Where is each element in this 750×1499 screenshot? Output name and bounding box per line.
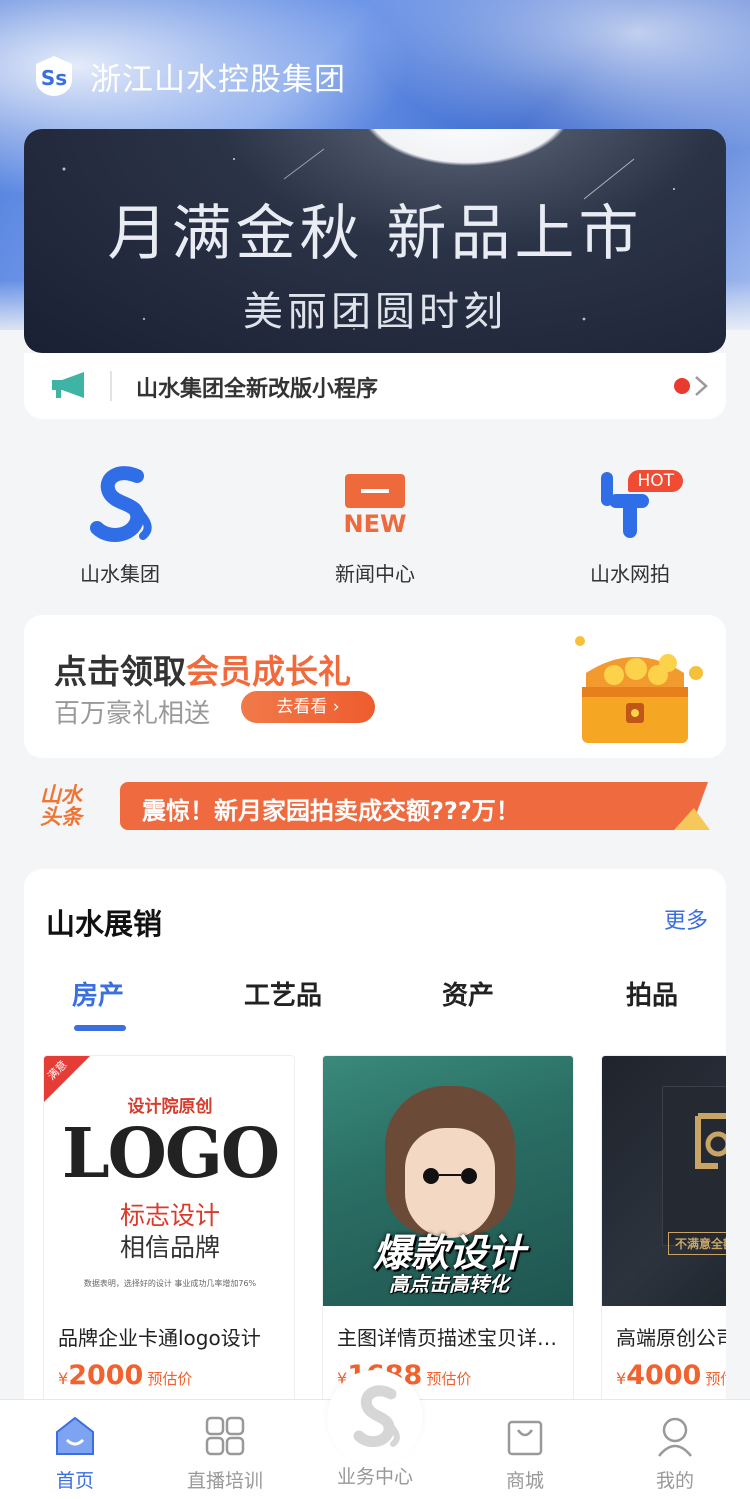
tab-crafts[interactable]: 工艺品 [244, 975, 322, 1012]
image-logo-text: LOGO [61, 1114, 280, 1194]
go-see-button[interactable]: 去看看 › [241, 691, 375, 723]
tab-real-estate[interactable]: 房产 [72, 975, 124, 1012]
gold-logo-mark [695, 1113, 726, 1169]
member-title-prefix: 点击领取 [54, 652, 186, 691]
notice-divider [110, 371, 112, 401]
shanshui-logo-icon: Ss [36, 56, 72, 96]
tabbar-item-live-training[interactable]: 直播培训 [165, 1414, 285, 1493]
product-card[interactable]: 满意 设计院原创 LOGO 标志设计 相信品牌 数据表明，选择好的设计 事业成功… [43, 1055, 295, 1415]
price-value: 4000 [626, 1360, 702, 1391]
image-caption-line2: 相信品牌 [119, 1233, 220, 1262]
image-caption-small: 数据表明，选择好的设计 事业成功几率增加76% [83, 1279, 257, 1288]
price-note: 预估价 [147, 1370, 193, 1388]
product-card[interactable]: 爆款设计 高点击高转化 主图详情页描述宝贝详情页设计 ¥1688预估价 [322, 1055, 574, 1415]
tabbar-item-mall[interactable]: 商城 [465, 1414, 585, 1493]
hot-badge: HOT [628, 470, 683, 492]
notice-bar[interactable]: 山水集团全新改版小程序 [24, 353, 726, 419]
product-card[interactable]: 不满意全额退 高端原创公司logo设计 ¥4000预估价 [601, 1055, 726, 1415]
business-center-button[interactable] [327, 1370, 423, 1466]
product-image: 满意 设计院原创 LOGO 标志设计 相信品牌 数据表明，选择好的设计 事业成功… [44, 1056, 294, 1306]
banner-subline: 美丽团圆时刻 [243, 289, 507, 335]
megaphone-icon [52, 372, 84, 398]
news-headline[interactable]: 山水 头条 震惊！新月家园拍卖成交额???万！ [40, 780, 710, 832]
tab-auction-items[interactable]: 拍品 [626, 975, 678, 1012]
headline-tag-line2: 头条 [40, 805, 82, 829]
product-image: 爆款设计 高点击高转化 [323, 1056, 573, 1306]
product-name: 主图详情页描述宝贝详情页设计 [337, 1326, 567, 1350]
new-badge-text: NEW [343, 510, 407, 538]
image-tag: 不满意全额退 [668, 1232, 726, 1255]
member-title-highlight: 会员成长礼 [186, 652, 351, 691]
company-title: 浙江山水控股集团 [90, 61, 346, 98]
quick-link-label: 山水集团 [80, 562, 160, 586]
image-caption-line1: 标志设计 [119, 1201, 220, 1230]
banner-headline: 月满金秋 新品上市 [107, 199, 643, 269]
price-note: 预估价 [426, 1370, 472, 1388]
tabbar-label: 直播培训 [186, 1470, 263, 1492]
quick-link-auction[interactable]: HOT 山水网拍 [540, 462, 720, 592]
tabbar-label: 我的 [655, 1470, 694, 1492]
new-badge-icon: NEW [330, 462, 420, 552]
notice-text: 山水集团全新改版小程序 [136, 377, 379, 402]
quick-link-group[interactable]: 山水集团 [30, 462, 210, 592]
chevron-right-icon [695, 376, 708, 396]
product-name: 高端原创公司logo设计 [616, 1326, 726, 1350]
tabbar-item-home[interactable]: 首页 [15, 1414, 135, 1493]
more-link[interactable]: 更多 [664, 903, 708, 935]
svg-text:Ss: Ss [41, 66, 67, 90]
headline-text: 震惊！新月家园拍卖成交额???万！ [142, 797, 520, 825]
tabbar-label: 商城 [505, 1470, 544, 1492]
headline-tag-line1: 山水 [40, 783, 82, 807]
product-image: 不满意全额退 [602, 1056, 726, 1306]
member-subtitle: 百万豪礼相送 [54, 699, 211, 729]
brand-header: Ss 浙江山水控股集团 [32, 52, 346, 100]
auction-t-icon: HOT [585, 462, 683, 552]
headline-tag: 山水 头条 [40, 784, 106, 828]
tabbar-label: 业务中心 [336, 1466, 413, 1488]
price-note: 预估价 [705, 1370, 726, 1388]
quick-link-label: 山水网拍 [590, 562, 670, 586]
home-icon [56, 1416, 94, 1455]
sunglasses-icon [423, 1168, 477, 1184]
grid-icon [205, 1416, 245, 1456]
shopping-bag-icon [507, 1420, 543, 1456]
quick-link-label: 新闻中心 [335, 562, 415, 586]
unread-dot [674, 378, 690, 394]
tab-assets[interactable]: 资产 [442, 975, 494, 1012]
section-title: 山水展销 [46, 907, 163, 941]
shanshui-logo-icon [353, 1385, 400, 1448]
member-title: 点击领取会员成长礼 [54, 645, 351, 693]
treasure-chest-icon [575, 636, 703, 743]
product-price: ¥2000 预估价 [58, 1360, 192, 1391]
price-value: 2000 [68, 1360, 144, 1391]
tabbar-item-mine[interactable]: 我的 [615, 1414, 735, 1493]
headline-bar: 震惊！新月家园拍卖成交额???万！ [120, 782, 708, 830]
shanshui-logo-icon [75, 462, 165, 552]
price-symbol: ¥ [58, 1369, 69, 1388]
member-gift-card[interactable]: 点击领取会员成长礼 百万豪礼相送 去看看 › [24, 615, 726, 758]
quick-link-news[interactable]: NEW 新闻中心 [285, 462, 465, 592]
user-icon [658, 1417, 692, 1457]
promo-banner[interactable]: 月满金秋 新品上市 美丽团圆时刻 [24, 129, 726, 353]
tabbar-label: 首页 [55, 1470, 94, 1492]
price-symbol: ¥ [616, 1369, 627, 1388]
product-price: ¥4000预估价 [616, 1360, 726, 1391]
product-name: 品牌企业卡通logo设计 [58, 1326, 261, 1350]
tab-indicator [74, 1025, 126, 1031]
image-subline: 高点击高转化 [389, 1272, 509, 1296]
